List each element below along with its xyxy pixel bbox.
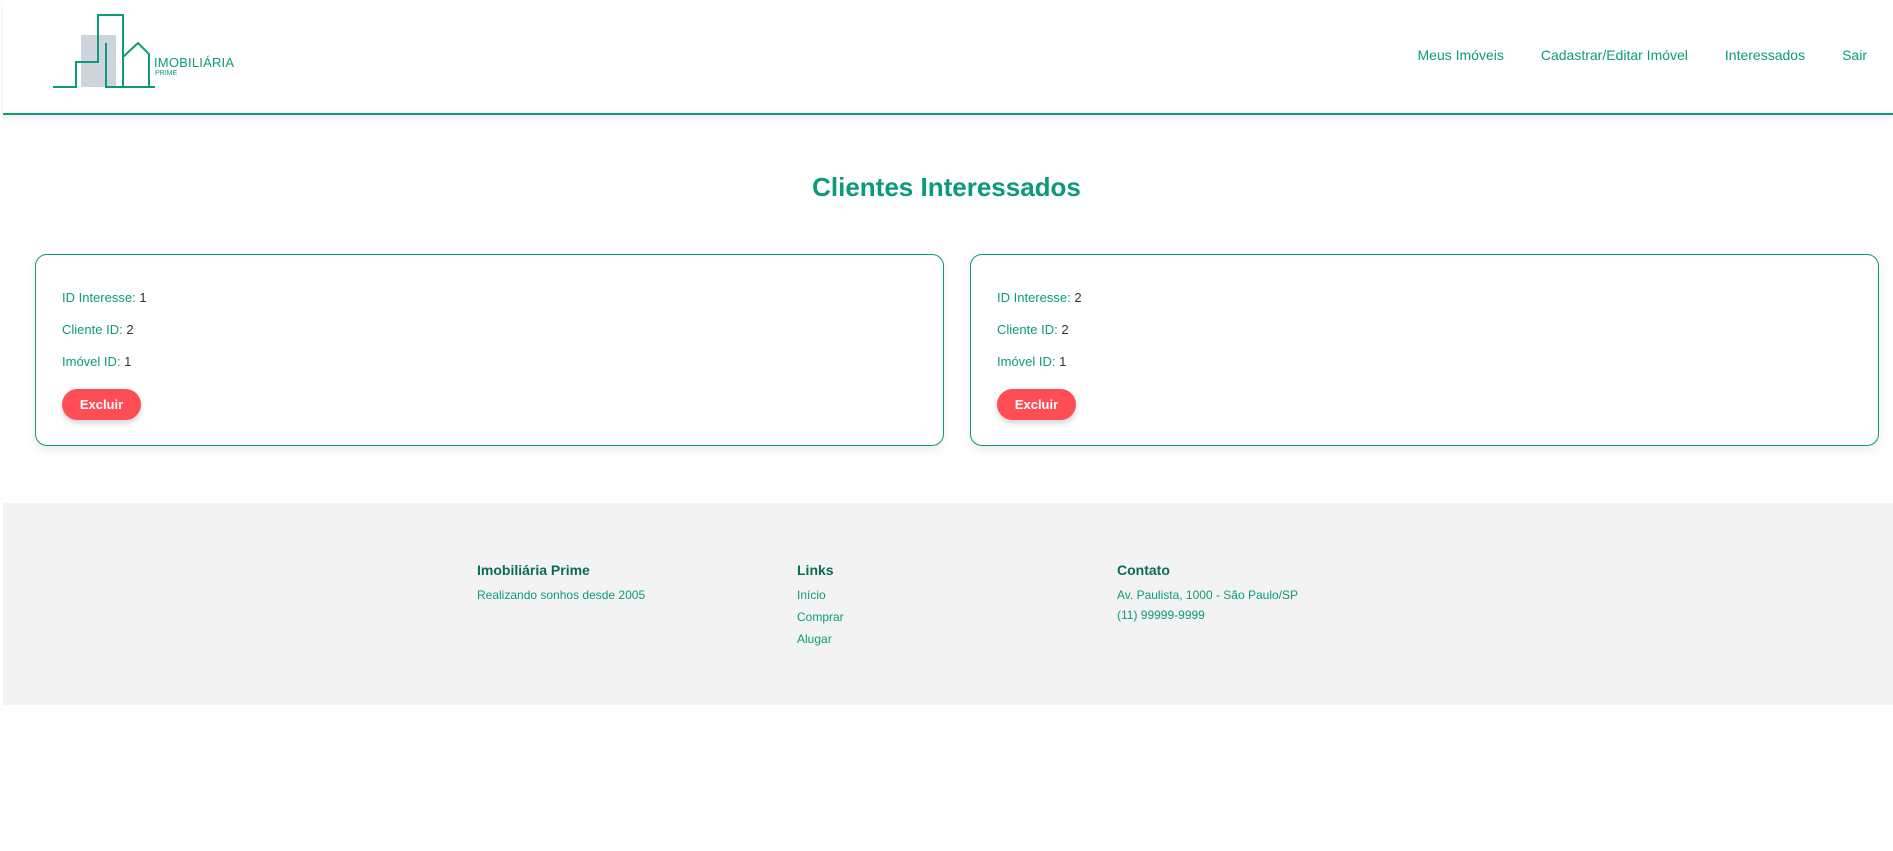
interest-id-row: ID Interesse: 2 bbox=[997, 290, 1082, 305]
logo[interactable]: IMOBILIÁRIA PRIME bbox=[51, 12, 241, 92]
footer-link-inicio[interactable]: Início bbox=[797, 588, 844, 602]
interest-card: ID Interesse: 1 Cliente ID: 2 Imóvel ID:… bbox=[35, 254, 944, 446]
footer-contact-title: Contato bbox=[1117, 562, 1170, 578]
site-footer: Imobiliária Prime Realizando sonhos desd… bbox=[3, 503, 1893, 705]
delete-button[interactable]: Excluir bbox=[997, 389, 1076, 420]
interest-id-value: 1 bbox=[139, 290, 147, 305]
footer-link-alugar[interactable]: Alugar bbox=[797, 632, 844, 646]
building-logo-icon bbox=[53, 14, 155, 88]
site-header: IMOBILIÁRIA PRIME Meus Imóveis Cadastrar… bbox=[3, 0, 1893, 115]
footer-link-comprar[interactable]: Comprar bbox=[797, 610, 844, 624]
nav-sair[interactable]: Sair bbox=[1842, 47, 1867, 63]
footer-links-title: Links bbox=[797, 562, 834, 578]
client-id-value: 2 bbox=[126, 322, 134, 337]
interest-id-label: ID Interesse: bbox=[62, 290, 136, 305]
client-id-label: Cliente ID: bbox=[62, 322, 123, 337]
footer-contact-phone: (11) 99999-9999 bbox=[1117, 608, 1205, 622]
nav-interessados[interactable]: Interessados bbox=[1725, 47, 1805, 63]
footer-about-title: Imobiliária Prime bbox=[477, 562, 590, 578]
client-id-row: Cliente ID: 2 bbox=[62, 322, 134, 337]
delete-button[interactable]: Excluir bbox=[62, 389, 141, 420]
property-id-row: Imóvel ID: 1 bbox=[62, 354, 131, 369]
property-id-label: Imóvel ID: bbox=[62, 354, 121, 369]
interest-id-row: ID Interesse: 1 bbox=[62, 290, 147, 305]
main-nav: Meus Imóveis Cadastrar/Editar Imóvel Int… bbox=[1418, 47, 1868, 63]
property-id-label: Imóvel ID: bbox=[997, 354, 1056, 369]
footer-contact: Contato Av. Paulista, 1000 - São Paulo/S… bbox=[1117, 562, 1298, 628]
page-title: Clientes Interessados bbox=[812, 172, 1081, 202]
interest-id-label: ID Interesse: bbox=[997, 290, 1071, 305]
interest-id-value: 2 bbox=[1074, 290, 1082, 305]
interest-card: ID Interesse: 2 Cliente ID: 2 Imóvel ID:… bbox=[970, 254, 1879, 446]
footer-about-text: Realizando sonhos desde 2005 bbox=[477, 588, 646, 602]
client-id-label: Cliente ID: bbox=[997, 322, 1058, 337]
property-id-value: 1 bbox=[124, 354, 132, 369]
nav-cadastrar-editar-imovel[interactable]: Cadastrar/Editar Imóvel bbox=[1541, 47, 1688, 63]
client-id-value: 2 bbox=[1061, 322, 1069, 337]
logo-name: IMOBILIÁRIA bbox=[154, 55, 235, 70]
footer-links: Links Início Comprar Alugar bbox=[797, 562, 844, 654]
logo-subtitle: PRIME bbox=[155, 70, 178, 77]
property-id-row: Imóvel ID: 1 bbox=[997, 354, 1066, 369]
client-id-row: Cliente ID: 2 bbox=[997, 322, 1069, 337]
nav-meus-imoveis[interactable]: Meus Imóveis bbox=[1418, 47, 1504, 63]
property-id-value: 1 bbox=[1059, 354, 1067, 369]
footer-about: Imobiliária Prime Realizando sonhos desd… bbox=[477, 562, 645, 608]
footer-contact-address: Av. Paulista, 1000 - São Paulo/SP bbox=[1117, 588, 1299, 602]
